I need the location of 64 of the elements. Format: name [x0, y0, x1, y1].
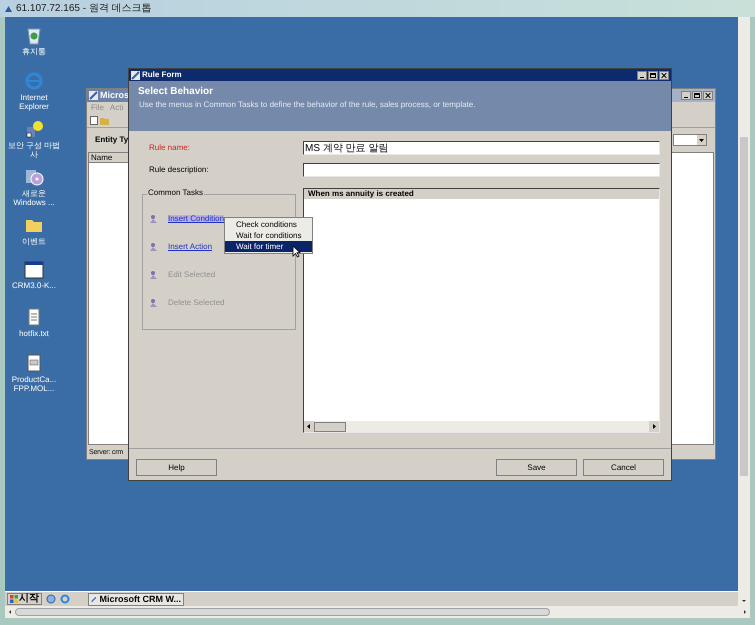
- dialog-title: Rule Form: [142, 71, 182, 79]
- window-icon: [24, 261, 44, 279]
- scroll-right-icon[interactable]: [649, 421, 659, 432]
- minimize-button[interactable]: [681, 91, 691, 100]
- horizontal-scrollbar[interactable]: [304, 421, 659, 432]
- scroll-left-icon[interactable]: [304, 421, 314, 432]
- field-label: Rule description:: [148, 166, 210, 174]
- menu-item[interactable]: Check conditions: [225, 219, 312, 230]
- task-link[interactable]: Insert Condition: [168, 214, 224, 222]
- desktop-icon-label[interactable]: 새로운 Windows ...: [6, 189, 62, 207]
- rule-header: When ms annuity is created: [304, 189, 659, 199]
- remote-desktop-icon: [4, 4, 13, 13]
- maximize-button[interactable]: [648, 70, 658, 80]
- task-icon: [149, 270, 159, 280]
- wizard-icon: [24, 119, 44, 139]
- task-icon: [149, 242, 159, 252]
- scroll-thumb[interactable]: [314, 422, 346, 432]
- task-text: Edit Selected: [168, 270, 216, 278]
- installer-icon: [24, 167, 44, 187]
- taskbar-button[interactable]: Microsoft CRM W...: [88, 592, 184, 606]
- desktop-shortcut-icon[interactable]: [46, 594, 56, 604]
- group-title: Common Tasks: [147, 189, 204, 197]
- desktop-icon-label[interactable]: CRM3.0-K...: [6, 281, 62, 290]
- dropdown-field[interactable]: [673, 134, 707, 146]
- window-title: Micros: [100, 91, 130, 100]
- caret-icon: [697, 135, 706, 145]
- scroll-thumb[interactable]: [15, 608, 550, 616]
- close-icon[interactable]: [659, 70, 669, 80]
- desktop-icon-label[interactable]: Internet Explorer: [6, 93, 62, 111]
- horizontal-scrollbar[interactable]: [5, 606, 750, 618]
- mouse-pointer-icon: [292, 245, 301, 258]
- close-icon[interactable]: [703, 91, 713, 100]
- text-field[interactable]: MS 계약 만료 알림: [303, 141, 660, 155]
- header-description: Use the menus in Common Tasks to define the behavior of the rule, sales process, or template.: [138, 101, 476, 109]
- task-link[interactable]: Insert Action: [168, 242, 212, 250]
- desktop-icon-label[interactable]: ProductCa... FPP.MOL...: [6, 375, 62, 393]
- desktop-icon-label[interactable]: 이벤트: [6, 237, 62, 246]
- start-button[interactable]: 시작: [7, 593, 42, 605]
- field-label: Rule name:: [148, 144, 191, 152]
- app-icon: [91, 594, 96, 604]
- text-field[interactable]: [303, 163, 660, 177]
- app-icon: [131, 70, 140, 80]
- desktop-icon-label[interactable]: 보안 구성 마법사: [6, 141, 62, 159]
- desktop-icon-label[interactable]: 휴지통: [6, 47, 62, 56]
- header-title: Select Behavior: [138, 87, 214, 97]
- dialog-button[interactable]: Cancel: [583, 459, 664, 476]
- maximize-button[interactable]: [692, 91, 702, 100]
- app-icon: [89, 91, 98, 100]
- column-header[interactable]: Name: [89, 153, 129, 163]
- desktop-icon-label[interactable]: hotfix.txt: [6, 329, 62, 338]
- minimize-button[interactable]: [637, 70, 647, 80]
- vertical-scrollbar[interactable]: [738, 17, 750, 606]
- windows-flag-icon: [10, 595, 18, 603]
- window-title: 61.107.72.165 - 원격 데스크톱: [16, 4, 152, 14]
- task-icon: [149, 298, 159, 308]
- task-text: Delete Selected: [168, 298, 224, 306]
- browser-icon: [24, 71, 44, 91]
- dialog-button[interactable]: Save: [496, 459, 577, 476]
- menu-item[interactable]: Wait for conditions: [225, 230, 312, 241]
- new-file-icon[interactable]: [90, 116, 98, 125]
- help-button[interactable]: Help: [136, 459, 217, 476]
- section-label: Entity Ty: [95, 136, 128, 144]
- task-icon: [149, 214, 159, 224]
- menu-item[interactable]: Wait for timer: [225, 241, 312, 252]
